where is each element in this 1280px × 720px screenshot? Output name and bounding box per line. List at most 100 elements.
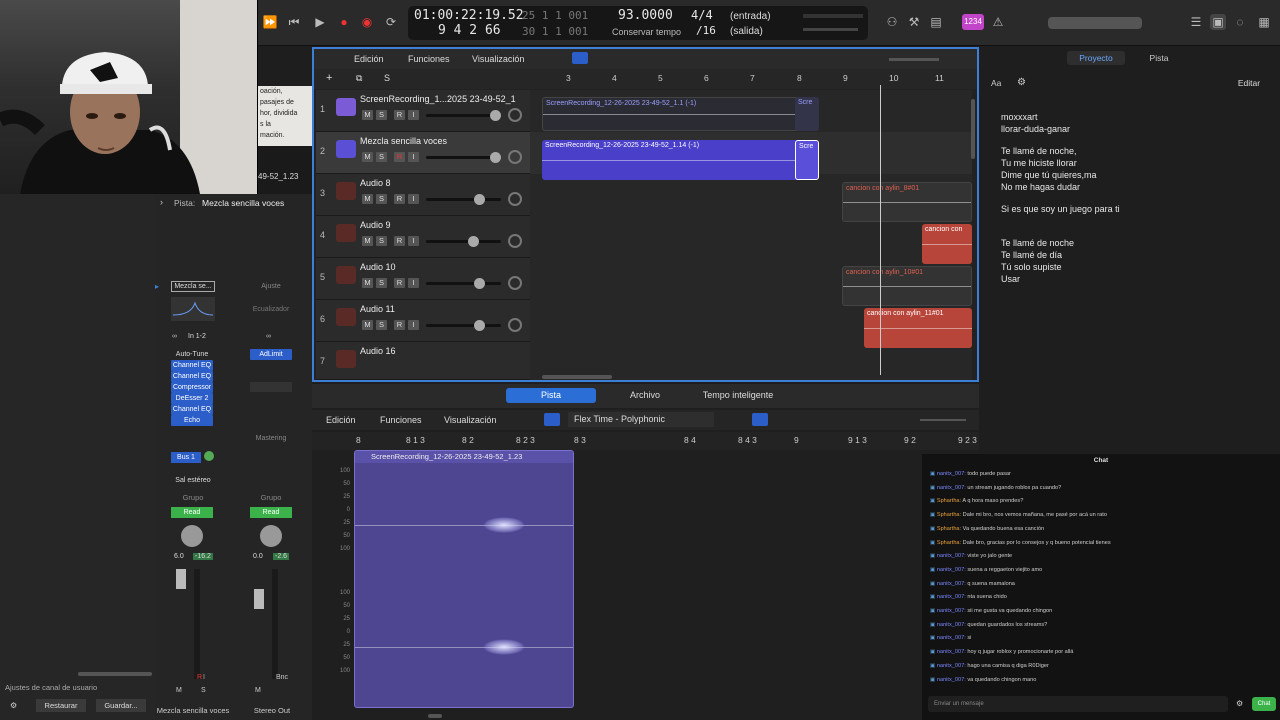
lcd-mode-badge[interactable]: 1234: [962, 14, 984, 30]
chat-username[interactable]: nanitx_007:: [937, 649, 966, 655]
loops-icon[interactable]: ◌: [1232, 14, 1248, 30]
audio-region[interactable]: cancion con aylin_8#01: [842, 182, 972, 222]
mute-button[interactable]: M: [362, 320, 373, 330]
flex-icon[interactable]: [544, 413, 560, 426]
volume-slider[interactable]: [426, 110, 501, 121]
pan-knob[interactable]: [508, 108, 522, 122]
pan-knob[interactable]: [508, 234, 522, 248]
mastering-label[interactable]: Mastering: [250, 435, 292, 442]
chat-username[interactable]: nanitx_007:: [937, 567, 966, 573]
track-header[interactable]: 6 Audio 11 M S R I: [316, 300, 530, 342]
tab-smart-tempo[interactable]: Tempo inteligente: [692, 388, 784, 403]
notes-icon[interactable]: ▣: [1210, 14, 1226, 30]
playhead[interactable]: [880, 85, 881, 375]
vertical-scrollbar[interactable]: [971, 99, 975, 159]
solo-button[interactable]: S: [376, 278, 387, 288]
solo-button[interactable]: S: [376, 194, 387, 204]
input-monitor-button[interactable]: I: [408, 194, 419, 204]
channel-settings-label[interactable]: Ajustes de canal de usuario: [5, 683, 97, 692]
lcd-signature[interactable]: 4/4: [691, 8, 713, 22]
record-arm-button[interactable]: R: [394, 278, 405, 288]
group-label[interactable]: Grupo: [250, 493, 292, 502]
chat-username[interactable]: nanitx_007:: [937, 553, 966, 559]
solo-button[interactable]: S: [376, 152, 387, 162]
audio-region[interactable]: cancion con aylin_10#01: [842, 266, 972, 306]
catch-icon[interactable]: [752, 413, 768, 426]
solo-button[interactable]: S: [376, 236, 387, 246]
pan-knob[interactable]: [508, 276, 522, 290]
input-monitor-button[interactable]: I: [408, 152, 419, 162]
tab-project[interactable]: Proyecto: [1067, 51, 1125, 65]
save-button[interactable]: Guardar...: [96, 699, 146, 712]
output-slot[interactable]: Sal estéreo: [171, 477, 215, 484]
audio-region[interactable]: cancion con: [922, 224, 972, 264]
plugin-slot[interactable]: DeEsser 2: [171, 393, 213, 404]
track-name[interactable]: Audio 11: [360, 304, 395, 314]
input-monitor-button[interactable]: I: [203, 674, 205, 681]
track-name[interactable]: Audio 9: [360, 220, 391, 230]
track-name[interactable]: ScreenRecording_1...2025 23-49-52_1: [360, 94, 516, 104]
record-arm-button[interactable]: R: [197, 674, 202, 681]
input-slot[interactable]: In 1-2: [188, 333, 206, 340]
count-in-icon[interactable]: ⚇: [884, 14, 900, 30]
tab-track[interactable]: Pista: [506, 388, 596, 403]
add-track-icon[interactable]: +: [326, 72, 332, 84]
settings-icon[interactable]: ⚙: [1236, 699, 1243, 708]
track-name[interactable]: Audio 16: [360, 346, 396, 356]
strip1-setting[interactable]: Mezcla se...: [171, 281, 215, 292]
mute-button[interactable]: M: [362, 110, 373, 120]
mute-button[interactable]: M: [362, 236, 373, 246]
volume-slider[interactable]: [426, 194, 501, 205]
edit-menu[interactable]: Edición: [354, 54, 384, 64]
record-arm-button[interactable]: R: [394, 320, 405, 330]
audio-region[interactable]: ScreenRecording_12-26-2025 23-49-52_1.1 …: [542, 97, 818, 131]
audio-region[interactable]: ScreenRecording_12-26-2025 23-49-52_1.14…: [542, 140, 818, 180]
chat-username[interactable]: nanitx_007:: [937, 594, 966, 600]
chat-username[interactable]: nanitx_007:: [937, 622, 966, 628]
mute-button[interactable]: M: [362, 152, 373, 162]
duplicate-icon[interactable]: ⧉: [356, 73, 362, 84]
mute-button[interactable]: M: [255, 687, 261, 694]
mute-button[interactable]: M: [176, 687, 182, 694]
functions-menu[interactable]: Funciones: [380, 415, 422, 425]
track-name[interactable]: Mezcla sencilla voces: [360, 136, 447, 146]
track-header[interactable]: 2 Mezcla sencilla voces M S R I: [316, 132, 530, 174]
volume-fader[interactable]: [254, 589, 264, 609]
track-name[interactable]: Audio 10: [360, 262, 396, 272]
solo-button[interactable]: S: [201, 687, 206, 694]
volume-slider[interactable]: [426, 152, 501, 163]
automation-mode[interactable]: Read: [171, 507, 213, 518]
master-volume-slider[interactable]: [803, 28, 858, 31]
pan-knob[interactable]: [508, 192, 522, 206]
chat-username[interactable]: nanitx_007:: [937, 677, 966, 683]
track-header[interactable]: 4 Audio 9 M S R I: [316, 216, 530, 258]
chat-username[interactable]: nanitx_007:: [937, 608, 966, 614]
input-monitor-button[interactable]: I: [408, 320, 419, 330]
track-name[interactable]: Audio 8: [360, 178, 391, 188]
tab-file[interactable]: Archivo: [608, 388, 682, 403]
chat-username[interactable]: Sphartha:: [937, 498, 961, 504]
record-button[interactable]: ●: [336, 14, 352, 30]
fast-forward-icon[interactable]: ⏩: [262, 14, 278, 30]
flex-mode-select[interactable]: Flex Time - Polyphonic: [568, 412, 714, 427]
browser-icon[interactable]: ▦: [1256, 14, 1272, 30]
input-monitor-button[interactable]: I: [408, 110, 419, 120]
solo-button[interactable]: S: [376, 110, 387, 120]
chat-username[interactable]: nanitx_007:: [937, 471, 966, 477]
chat-username[interactable]: nanitx_007:: [937, 581, 966, 587]
go-to-start-icon[interactable]: ⏮: [286, 14, 302, 30]
scrollbar[interactable]: [78, 672, 152, 676]
score-icon[interactable]: ▤: [928, 14, 944, 30]
view-menu[interactable]: Visualización: [472, 54, 524, 64]
settings-icon[interactable]: ⚙: [1017, 77, 1026, 88]
mute-button[interactable]: M: [362, 194, 373, 204]
edit-button[interactable]: Editar: [1229, 76, 1269, 90]
plugin-slot[interactable]: Channel EQ: [171, 360, 213, 371]
plugin-slot[interactable]: Channel EQ: [171, 371, 213, 382]
chat-username[interactable]: nanitx_007:: [937, 635, 966, 641]
automation-mode[interactable]: Read: [250, 507, 292, 518]
chat-send-button[interactable]: Chat: [1252, 697, 1276, 711]
track-header[interactable]: 5 Audio 10 M S R I: [316, 258, 530, 300]
restore-button[interactable]: Restaurar: [36, 699, 86, 712]
group-label[interactable]: Grupo: [171, 493, 215, 502]
